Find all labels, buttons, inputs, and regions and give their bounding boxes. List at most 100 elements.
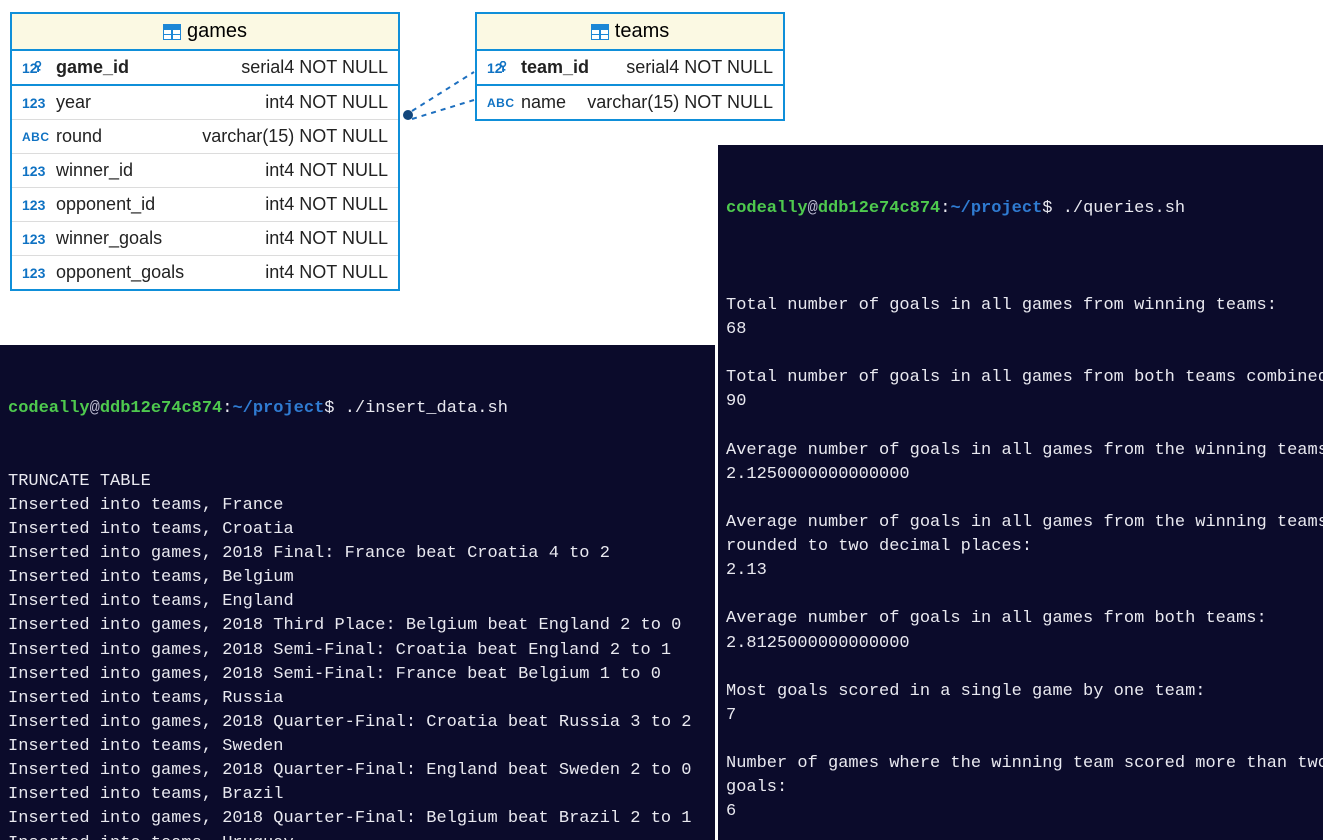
db-column-name: name — [521, 92, 587, 113]
terminal-line: 2.13 — [726, 559, 1315, 583]
db-column-name: winner_id — [56, 160, 265, 181]
db-column-type: varchar(15) NOT NULL — [202, 126, 388, 147]
terminal-line: goals: — [726, 776, 1315, 800]
terminal-line: Average number of goals in all games fro… — [726, 439, 1315, 463]
pk-numeric-type-icon: 12 — [22, 60, 56, 76]
prompt-at: @ — [90, 399, 100, 418]
terminal-line: Inserted into teams, Belgium — [8, 566, 707, 590]
terminal-line: Inserted into teams, Russia — [8, 687, 707, 711]
db-column-row: 123opponent_goalsint4 NOT NULL — [12, 256, 398, 289]
db-table-header: teams — [477, 14, 783, 51]
db-column-name: game_id — [56, 57, 241, 78]
terminal-line: Total number of goals in all games from … — [726, 294, 1315, 318]
db-column-row: ABCnamevarchar(15) NOT NULL — [477, 86, 783, 119]
terminal-line: 7 — [726, 704, 1315, 728]
table-icon — [163, 24, 181, 40]
db-table-name: games — [187, 20, 247, 43]
terminal-line: Average number of goals in all games fro… — [726, 607, 1315, 631]
terminal-line — [726, 728, 1315, 752]
terminal-line — [726, 270, 1315, 294]
terminal-line: Total number of goals in all games from … — [726, 366, 1315, 390]
terminal-line — [726, 342, 1315, 366]
terminal-queries: codeally@ddb12e74c874:~/project$ ./queri… — [718, 145, 1323, 840]
prompt-at: @ — [808, 199, 818, 218]
terminal-line: Inserted into games, 2018 Semi-Final: Cr… — [8, 639, 707, 663]
db-column-type: int4 NOT NULL — [265, 262, 388, 283]
prompt-colon: : — [940, 199, 950, 218]
terminal-line: Inserted into games, 2018 Third Place: B… — [8, 614, 707, 638]
terminal-line: Inserted into games, 2018 Semi-Final: Fr… — [8, 663, 707, 687]
db-column-type: int4 NOT NULL — [265, 92, 388, 113]
terminal-line: Inserted into games, 2018 Quarter-Final:… — [8, 711, 707, 735]
terminal-line: Average number of goals in all games fro… — [726, 511, 1315, 535]
db-table-header: games — [12, 14, 398, 51]
db-table-teams: teams 12team_idserial4 NOT NULLABCnameva… — [475, 12, 785, 121]
terminal-line — [726, 656, 1315, 680]
numeric-type-icon: 123 — [22, 95, 56, 111]
terminal-line — [726, 583, 1315, 607]
terminal-prompt-line: codeally@ddb12e74c874:~/project$ ./queri… — [726, 197, 1315, 221]
db-table-columns: 12game_idserial4 NOT NULL123yearint4 NOT… — [12, 51, 398, 289]
prompt-path: ~/project — [950, 199, 1042, 218]
prompt-path: ~/project — [232, 399, 324, 418]
db-column-row: 123winner_idint4 NOT NULL — [12, 154, 398, 188]
terminal-line — [726, 825, 1315, 840]
db-column-type: serial4 NOT NULL — [626, 57, 773, 78]
db-column-type: int4 NOT NULL — [265, 228, 388, 249]
terminal-line: 2.1250000000000000 — [726, 463, 1315, 487]
db-column-type: serial4 NOT NULL — [241, 57, 388, 78]
terminal-line: Inserted into games, 2018 Quarter-Final:… — [8, 807, 707, 831]
terminal-line: Inserted into teams, France — [8, 494, 707, 518]
prompt-user: codeally — [8, 399, 90, 418]
db-column-row: 123winner_goalsint4 NOT NULL — [12, 222, 398, 256]
terminal-line: TRUNCATE TABLE — [8, 470, 707, 494]
db-column-row: 123yearint4 NOT NULL — [12, 86, 398, 120]
db-column-name: winner_goals — [56, 228, 265, 249]
prompt-host: ddb12e74c874 — [100, 399, 222, 418]
table-icon — [591, 24, 609, 40]
db-column-name: round — [56, 126, 202, 147]
terminal-line: Number of games where the winning team s… — [726, 752, 1315, 776]
db-column-type: varchar(15) NOT NULL — [587, 92, 773, 113]
text-type-icon: ABC — [487, 96, 521, 110]
terminal-line: Inserted into teams, Brazil — [8, 783, 707, 807]
terminal-line — [726, 487, 1315, 511]
prompt-user: codeally — [726, 199, 808, 218]
db-column-row: 12team_idserial4 NOT NULL — [477, 51, 783, 86]
terminal-line: Inserted into teams, Croatia — [8, 518, 707, 542]
terminal-line: Inserted into teams, England — [8, 590, 707, 614]
numeric-type-icon: 123 — [22, 197, 56, 213]
prompt-dollar: $ — [1042, 199, 1052, 218]
db-table-columns: 12team_idserial4 NOT NULLABCnamevarchar(… — [477, 51, 783, 119]
terminal-output: TRUNCATE TABLEInserted into teams, Franc… — [8, 470, 707, 840]
terminal-line: Most goals scored in a single game by on… — [726, 680, 1315, 704]
db-column-row: 12game_idserial4 NOT NULL — [12, 51, 398, 86]
numeric-type-icon: 123 — [22, 265, 56, 281]
db-column-name: year — [56, 92, 265, 113]
terminal-insert-data: codeally@ddb12e74c874:~/project$ ./inser… — [0, 345, 715, 840]
relation-connector — [398, 60, 480, 130]
pk-numeric-type-icon: 12 — [487, 60, 521, 76]
terminal-line: 90 — [726, 390, 1315, 414]
terminal-line: Inserted into teams, Uruguay — [8, 832, 707, 840]
terminal-line: Inserted into teams, Sweden — [8, 735, 707, 759]
terminal-line: Inserted into games, 2018 Quarter-Final:… — [8, 759, 707, 783]
db-column-row: 123opponent_idint4 NOT NULL — [12, 188, 398, 222]
db-table-games: games 12game_idserial4 NOT NULL123yearin… — [10, 12, 400, 291]
numeric-type-icon: 123 — [22, 231, 56, 247]
terminal-command: ./queries.sh — [1063, 199, 1185, 218]
db-column-name: opponent_goals — [56, 262, 265, 283]
db-table-name: teams — [615, 20, 669, 43]
prompt-host: ddb12e74c874 — [818, 199, 940, 218]
db-column-name: opponent_id — [56, 194, 265, 215]
terminal-line: 68 — [726, 318, 1315, 342]
numeric-type-icon: 123 — [22, 163, 56, 179]
db-column-type: int4 NOT NULL — [265, 160, 388, 181]
text-type-icon: ABC — [22, 130, 56, 144]
prompt-colon: : — [222, 399, 232, 418]
terminal-line: 2.8125000000000000 — [726, 632, 1315, 656]
prompt-dollar: $ — [324, 399, 334, 418]
terminal-prompt-line: codeally@ddb12e74c874:~/project$ ./inser… — [8, 397, 707, 421]
terminal-command: ./insert_data.sh — [345, 399, 508, 418]
db-column-name: team_id — [521, 57, 626, 78]
